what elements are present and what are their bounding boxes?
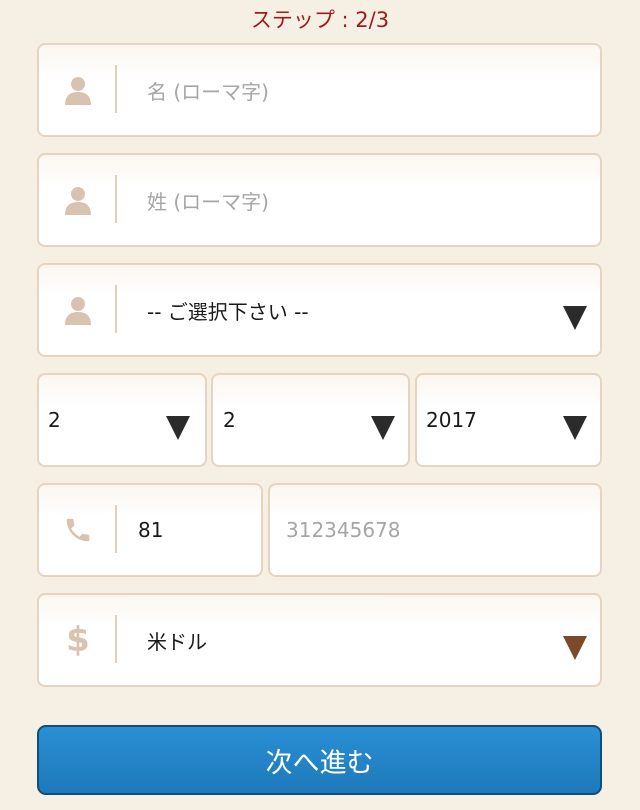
birth-month-select[interactable]: 2 [211,373,410,467]
last-name-field[interactable]: 姓 (ローマ字) [37,153,602,247]
currency-select[interactable]: $ 米ドル [37,593,602,687]
next-step-button[interactable]: 次へ進む [37,725,602,795]
birth-year-select[interactable]: 2017 [415,373,602,467]
phone-number-field[interactable]: 312345678 [268,483,602,577]
birth-day-select[interactable]: 2 [37,373,207,467]
field-separator [115,65,117,113]
field-separator [115,175,117,223]
birth-year-value: 2017 [426,408,477,432]
currency-select-value: 米ドル [147,629,207,654]
field-separator [115,615,117,663]
birth-month-value: 2 [223,408,236,432]
triangle-down-icon [166,416,190,440]
field-separator [115,505,117,553]
person-icon [39,265,117,355]
dollar-icon-cell: $ [39,595,117,685]
phone-country-code-field[interactable]: 81 [37,483,263,577]
phone-icon [39,485,117,575]
first-name-input[interactable]: 名 (ローマ字) [147,45,269,135]
person-icon [39,155,117,245]
triangle-down-icon [563,636,587,660]
step-indicator: ステップ : 2/3 [250,8,390,32]
birth-day-value: 2 [48,408,61,432]
triangle-down-icon [563,416,587,440]
triangle-down-icon [563,306,587,330]
title-select[interactable]: -- ご選択下さい -- [37,263,602,357]
person-icon [39,45,117,135]
last-name-input[interactable]: 姓 (ローマ字) [147,155,269,245]
triangle-down-icon [371,416,395,440]
phone-country-code-input[interactable]: 81 [138,485,163,575]
dollar-icon: $ [66,620,90,660]
title-select-value: -- ご選択下さい -- [147,299,309,324]
first-name-field[interactable]: 名 (ローマ字) [37,43,602,137]
phone-number-input[interactable]: 312345678 [286,485,401,575]
field-separator [115,285,117,333]
